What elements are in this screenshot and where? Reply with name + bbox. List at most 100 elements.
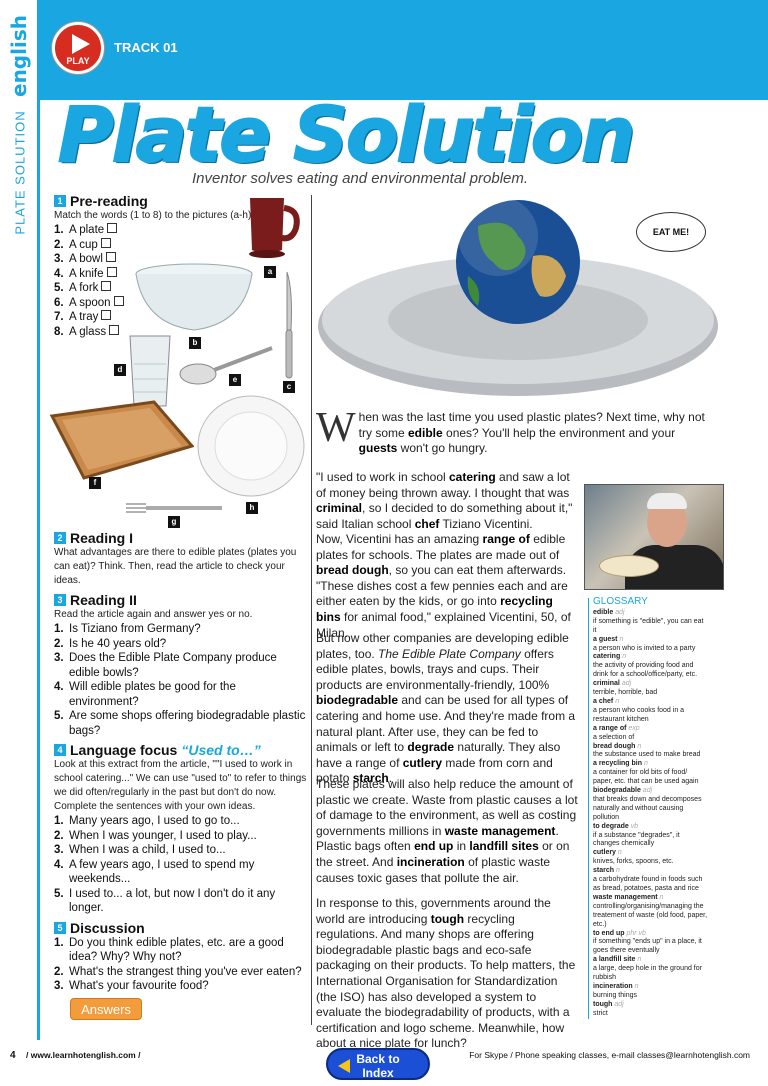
- glossary-entry: to end up phr vb if something "ends up" i…: [593, 930, 708, 957]
- item-text: When I was a child, I used to...: [69, 844, 226, 856]
- answer-checkbox[interactable]: [105, 252, 116, 262]
- item-number: 2.: [54, 829, 64, 842]
- section-title: Pre-reading: [70, 193, 148, 209]
- glossary-entry: starch na carbohydrate found in foods su…: [593, 867, 708, 894]
- glossary-pos: n: [615, 867, 620, 875]
- contact-text: For Skype / Phone speaking classes, e-ma…: [469, 1050, 750, 1060]
- glossary-pos: n: [643, 760, 648, 768]
- play-button[interactable]: PLAY: [52, 22, 104, 74]
- item-number: 4.: [54, 267, 64, 280]
- glossary-word: waste management: [593, 893, 658, 901]
- page-title: Plate Solution: [57, 89, 636, 180]
- glossary-entry: waste management n controlling/organising…: [593, 894, 708, 930]
- list-item: 2. What's the strangest thing you've ever…: [54, 965, 308, 980]
- glossary-definition: a selection of: [593, 733, 635, 741]
- section-title: Language focus: [70, 742, 178, 758]
- reading2-heading: 3 Reading II: [54, 592, 308, 608]
- item-number: 5.: [54, 282, 64, 294]
- footer: 4 / www.learnhotenglish.com / Back to In…: [0, 1040, 768, 1086]
- item-number: 4.: [54, 858, 64, 871]
- answer-checkbox[interactable]: [107, 223, 118, 233]
- reading2-list: 1. Is Tiziano from Germany? 2. Is he 40 yea…: [54, 622, 308, 738]
- track-label: TRACK 01: [114, 40, 178, 55]
- language-list: 1. Many years ago, I used to go to... 2. Wh…: [54, 814, 308, 916]
- glossary-word: a recycling bin: [593, 760, 643, 768]
- glossary-word: a range of: [593, 724, 627, 732]
- glossary-pos: adj: [621, 680, 632, 688]
- item-text: A bowl: [69, 253, 103, 265]
- answer-checkbox[interactable]: [109, 324, 120, 335]
- list-item: 1. Many years ago, I used to go to...: [54, 814, 308, 829]
- language-heading: 4 Language focus “Used to…”: [54, 742, 308, 758]
- glossary-definition: controlling/organising/managing the trea…: [593, 902, 708, 928]
- glossary-definition: if something "ends up" in a place, it go…: [593, 938, 702, 955]
- glossary-definition: terrible, horrible, bad: [593, 689, 658, 697]
- glossary-entry: a landfill site na large, deep hole in t…: [593, 956, 708, 983]
- reading1-instruction: What advantages are there to edible plat…: [54, 547, 297, 586]
- article-paragraph-5: These plates will also help reduce the a…: [316, 777, 578, 885]
- glossary-pos: n: [659, 893, 664, 901]
- answers-button[interactable]: Answers: [70, 998, 142, 1020]
- item-text: A few years ago, I used to spend my week…: [69, 858, 255, 886]
- side-title: PLATE SOLUTION: [12, 110, 28, 235]
- item-text: A knife: [69, 267, 104, 280]
- glossary-word: a guest: [593, 635, 618, 643]
- glossary-entry: to degrade vb if a substance "degrades", …: [593, 823, 708, 850]
- plate-picture: [196, 394, 306, 498]
- glossary-definition: the activity of providing food and drink…: [593, 662, 698, 679]
- glossary-definition: a carbohydrate found in foods such as br…: [593, 876, 703, 892]
- item-text: Are some shops offering biodegradable pl…: [69, 710, 306, 737]
- item-text: Many years ago, I used to go to...: [69, 815, 240, 827]
- glossary-pos: n: [619, 635, 624, 643]
- back-arrow-icon: [338, 1059, 350, 1073]
- column-divider: [311, 195, 312, 1025]
- glossary-pos: phr vb: [626, 929, 646, 937]
- list-item: 4. A few years ago, I used to spend my we…: [54, 858, 308, 887]
- section-number: 5: [54, 921, 66, 934]
- item-number: 5.: [54, 710, 64, 722]
- item-number: 3.: [54, 652, 64, 664]
- glossary-entry: a recycling bin na container for old bit…: [593, 760, 708, 787]
- glossary-word: incineration: [593, 982, 633, 990]
- glossary-entry: incineration n burning things: [593, 983, 708, 1001]
- drop-cap: W: [316, 405, 356, 451]
- hot-english-logo: english: [4, 4, 31, 97]
- answer-checkbox[interactable]: [101, 281, 112, 291]
- glossary: GLOSSARY edible adj if something is "edib…: [588, 597, 708, 1019]
- bowl-picture: [134, 262, 254, 334]
- website-link[interactable]: / www.learnhotenglish.com /: [26, 1050, 140, 1060]
- glossary-word: to degrade: [593, 822, 629, 830]
- glossary-definition: if something is "edible", you can eat it: [593, 617, 704, 634]
- item-text: I used to... a lot, but now I don't do i…: [69, 887, 276, 915]
- answer-checkbox[interactable]: [100, 237, 111, 248]
- glossary-word: tough: [593, 1000, 613, 1008]
- item-text: A cup: [69, 238, 98, 251]
- item-text: What's the strangest thing you've ever e…: [69, 965, 302, 978]
- page: english PLATE SOLUTION PLAY TRACK 01 Pla…: [0, 0, 768, 1086]
- picture-label-d: d: [114, 364, 126, 376]
- picture-label-c: c: [283, 381, 295, 393]
- section-number: 2: [54, 532, 66, 544]
- article-paragraph-3: Now, Vicentini has an amazing range of e…: [316, 532, 571, 640]
- item-number: 3.: [54, 980, 64, 992]
- answer-checkbox[interactable]: [101, 310, 112, 320]
- picture-label-e: e: [229, 374, 241, 386]
- glossary-pos: n: [615, 697, 620, 705]
- picture-label-a: a: [264, 266, 276, 278]
- item-text: What's your favourite food?: [69, 980, 209, 992]
- language-instruction: Look at this extract from the article, "…: [54, 759, 307, 812]
- list-item: 3. Does the Edible Plate Company produce …: [54, 651, 308, 680]
- glossary-pos: adj: [614, 1000, 624, 1008]
- item-text: A spoon: [69, 296, 111, 309]
- article-paragraph-4: But now other companies are developing e…: [316, 631, 576, 786]
- speech-bubble: EAT ME!: [636, 212, 706, 252]
- back-to-index-button[interactable]: Back to Index: [326, 1048, 430, 1080]
- item-number: 3.: [54, 253, 64, 265]
- answer-checkbox[interactable]: [106, 266, 117, 277]
- answer-checkbox[interactable]: [113, 295, 124, 306]
- item-number: 2.: [54, 637, 64, 650]
- cup-picture: [244, 194, 302, 260]
- glossary-definition: strict: [593, 1009, 608, 1017]
- glossary-entry: catering n the activity of providing food…: [593, 653, 708, 680]
- glossary-list: edible adj if something is "edible", you …: [593, 609, 708, 1019]
